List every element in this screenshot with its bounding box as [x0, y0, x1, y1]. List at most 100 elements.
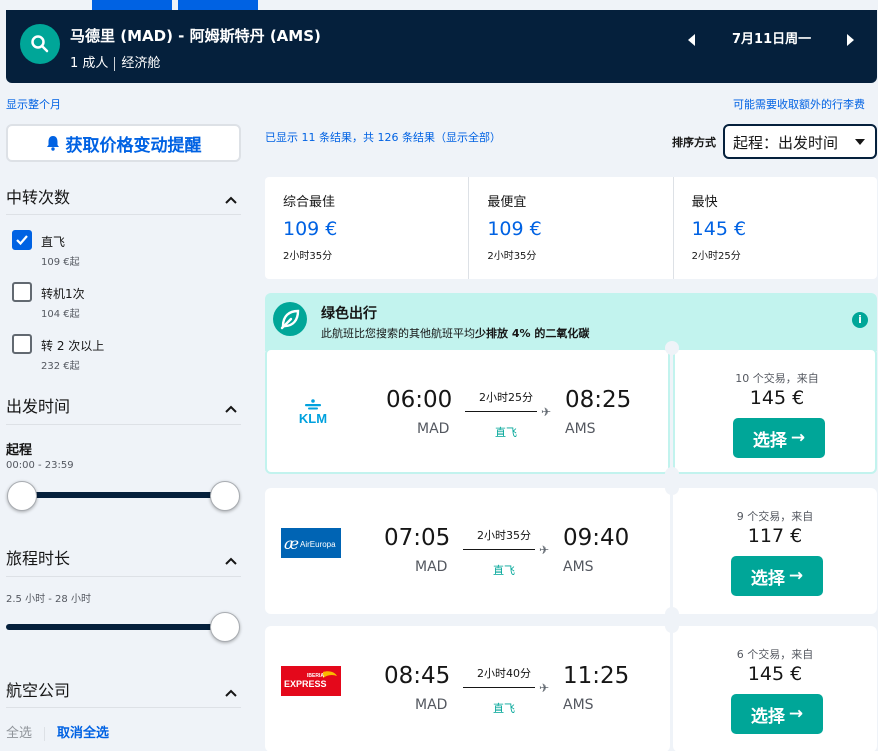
summary-duration: 2小时35分	[283, 251, 333, 262]
duration-filter-title: 旅程时长	[6, 549, 71, 568]
klm-logo-icon: KLM	[283, 396, 343, 426]
divider	[6, 576, 241, 577]
caret-down-icon	[855, 139, 865, 145]
route-title: 马德里 (MAD) - 阿姆斯特丹 (AMS)	[70, 27, 321, 45]
baggage-fee-link[interactable]: 可能需要收取额外的行李费	[733, 96, 865, 112]
stops-option-label: 直飞	[41, 235, 66, 249]
departure-range: 00:00 - 23:59	[6, 460, 74, 471]
flight-card[interactable]: IBERIA EXPRESS 08:45 MAD 2小时40分 ✈ 直飞 11:…	[265, 619, 877, 751]
svg-text:EXPRESS: EXPRESS	[284, 679, 327, 689]
plane-icon: ✈	[539, 681, 550, 695]
summary-title: 最便宜	[487, 195, 527, 210]
ticket-notch	[665, 341, 679, 355]
flight-duration: 2小时25分	[479, 391, 533, 404]
chevron-up-icon[interactable]	[224, 551, 238, 565]
stops-option-price: 104 €起	[41, 309, 80, 320]
results-count-link[interactable]: 已显示 11 条结果，共 126 条结果（显示全部）	[265, 129, 501, 145]
price-alert-button[interactable]: 获取价格变动提醒	[6, 124, 241, 162]
checkbox-direct[interactable]	[12, 230, 32, 250]
route-line	[463, 549, 535, 550]
stops-option-price: 232 €起	[41, 361, 80, 372]
duration-slider-handle[interactable]	[210, 612, 240, 642]
tab-cheapest[interactable]: 最便宜 109 € 2小时35分	[469, 177, 674, 279]
stops-option-label: 转 2 次以上	[41, 339, 105, 353]
passenger-count: 1 成人	[70, 56, 109, 71]
svg-text:KLM: KLM	[299, 411, 327, 426]
chevron-up-icon[interactable]	[224, 399, 238, 413]
eco-text-bold: 少排放 4% 的二氧化碳	[475, 327, 590, 340]
flight-card[interactable]: æ AirEuropa 07:05 MAD 2小时35分 ✈ 直飞 09:40 …	[265, 481, 877, 621]
chevron-up-icon[interactable]	[224, 190, 238, 204]
eco-banner: 绿色出行 此航班比您搜索的其他航班平均少排放 4% 的二氧化碳 i	[265, 293, 877, 351]
arrival-time: 09:40	[563, 525, 630, 551]
cabin-class: 经济舱	[121, 56, 161, 71]
clear-all-link[interactable]: 取消全选	[57, 726, 109, 741]
summary-title: 综合最佳	[283, 195, 336, 210]
arrow-right-icon: →	[790, 428, 806, 448]
divider	[114, 56, 116, 71]
departure-slider-track[interactable]	[20, 492, 225, 498]
arrow-right-icon: →	[788, 704, 804, 724]
arrival-airport: AMS	[563, 697, 594, 713]
arrival-airport: AMS	[565, 421, 596, 437]
checkbox-two-plus-stops[interactable]	[12, 334, 32, 354]
checkbox-one-stop[interactable]	[12, 282, 32, 302]
flight-details[interactable]: æ AirEuropa 07:05 MAD 2小时35分 ✈ 直飞 09:40 …	[265, 488, 670, 614]
arrival-time: 08:25	[565, 387, 632, 413]
duration-range: 2.5 小时 - 28 小时	[6, 594, 91, 605]
flight-details[interactable]: IBERIA EXPRESS 08:45 MAD 2小时40分 ✈ 直飞 11:…	[265, 626, 670, 751]
eco-title: 绿色出行	[321, 306, 377, 322]
departure-slider-min-handle[interactable]	[7, 481, 37, 511]
select-button[interactable]: 选择 →	[733, 418, 825, 458]
eco-text-before: 此航班比您搜索的其他航班平均	[321, 327, 475, 340]
arrival-airport: AMS	[563, 559, 594, 575]
info-icon[interactable]: i	[852, 312, 868, 328]
flight-duration: 2小时40分	[477, 667, 531, 680]
stops-option-label: 转机1次	[41, 287, 85, 301]
stops-filter-title: 中转次数	[6, 188, 71, 207]
passenger-cabin: 1 成人 经济舱	[70, 52, 160, 71]
departure-slider-max-handle[interactable]	[210, 481, 240, 511]
chevron-up-icon[interactable]	[224, 683, 238, 697]
summary-price: 109 €	[283, 218, 338, 240]
departure-time: 07:05	[384, 525, 451, 551]
flight-duration: 2小时35分	[477, 529, 531, 542]
divider	[6, 707, 241, 708]
select-button-label: 选择	[752, 430, 787, 451]
summary-title: 最快	[691, 195, 718, 210]
divider	[44, 726, 46, 741]
departure-time: 08:45	[384, 663, 451, 689]
stops-label: 直飞	[493, 702, 515, 715]
summary-duration: 2小时25分	[691, 251, 741, 262]
date-prev-arrow-icon[interactable]	[688, 34, 702, 50]
select-all-link[interactable]: 全选	[6, 726, 32, 741]
departure-airport: MAD	[415, 559, 448, 575]
summary-price: 109 €	[487, 218, 542, 240]
price-alert-label: 获取价格变动提醒	[65, 135, 202, 156]
tab-fastest[interactable]: 最快 145 € 2小时25分	[674, 177, 877, 279]
search-summary-bar[interactable]: 马德里 (MAD) - 阿姆斯特丹 (AMS) 1 成人 经济舱 7月11日周一	[6, 10, 877, 83]
date-label[interactable]: 7月11日周一	[732, 28, 811, 47]
arrival-time: 11:25	[563, 663, 630, 689]
date-next-arrow-icon[interactable]	[846, 34, 860, 50]
ticket-notch	[665, 619, 679, 633]
flight-details[interactable]: KLM 06:00 MAD 2小时25分 ✈ 直飞 08:25 AMS	[265, 348, 670, 474]
select-button[interactable]: 选择 →	[731, 556, 823, 596]
route-line	[463, 687, 535, 688]
departure-sub-title: 起程	[6, 443, 33, 458]
tab-best[interactable]: 综合最佳 109 € 2小时35分	[265, 177, 470, 279]
price-panel: 10 个交易，来自 145 € 选择 →	[673, 348, 877, 474]
duration-slider-track[interactable]	[6, 624, 226, 630]
ticket-notch	[665, 481, 679, 495]
sort-summary-tabs: 综合最佳 109 € 2小时35分 最便宜 109 € 2小时35分 最快 14…	[265, 177, 877, 279]
whole-month-link[interactable]: 显示整个月	[6, 96, 61, 112]
sort-select[interactable]: 起程：出发时间	[723, 124, 877, 159]
deals-count: 6 个交易，来自	[736, 648, 814, 661]
select-button[interactable]: 选择 →	[731, 694, 823, 734]
search-icon[interactable]	[20, 24, 60, 64]
ticket-notch	[665, 467, 679, 481]
deals-count: 10 个交易，来自	[735, 372, 819, 385]
arrow-right-icon: →	[788, 566, 804, 586]
flight-card[interactable]: KLM 06:00 MAD 2小时25分 ✈ 直飞 08:25 AMS 10 个…	[265, 341, 877, 481]
divider	[6, 214, 241, 215]
